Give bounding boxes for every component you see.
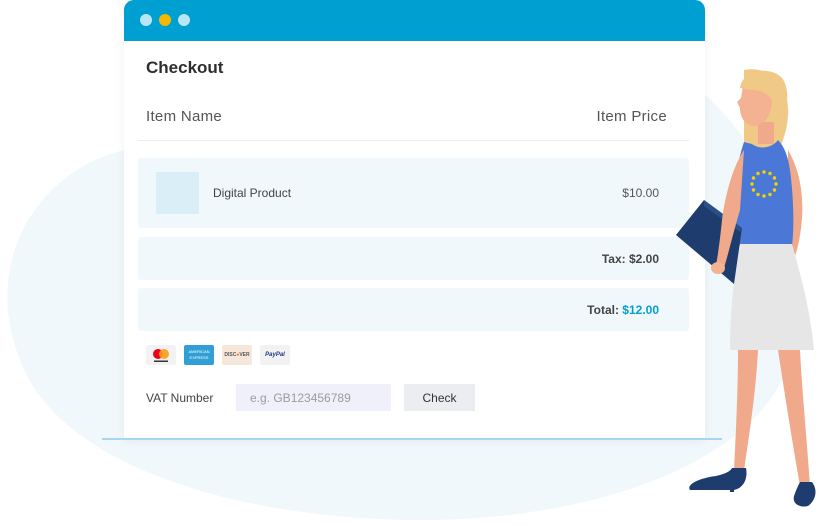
check-vat-button[interactable]: Check: [404, 384, 475, 411]
mastercard-icon: [146, 345, 176, 365]
tax-line: Tax: $2.00: [602, 252, 659, 266]
total-row: Total: $12.00: [138, 288, 689, 331]
column-header-item-price: Item Price: [596, 108, 667, 125]
item-name: Digital Product: [213, 186, 292, 200]
window-dot-icon: [159, 14, 171, 26]
checkout-window: Checkout Item Name Item Price Digital Pr…: [124, 0, 705, 440]
tax-label: Tax:: [601, 252, 626, 266]
total-label: Total:: [587, 303, 619, 317]
cart-item-row: Digital Product $10.00: [138, 158, 689, 228]
item-price: $10.00: [622, 186, 659, 200]
checkout-illustration: Checkout Item Name Item Price Digital Pr…: [0, 0, 820, 526]
paypal-icon: PayPal: [260, 345, 290, 365]
vat-number-input[interactable]: [236, 384, 391, 411]
page-title: Checkout: [146, 58, 224, 77]
window-base-line: [102, 438, 722, 440]
window-dot-icon: [140, 14, 152, 26]
total-value: $12.00: [622, 303, 659, 317]
woman-illustration: [676, 69, 816, 507]
american-express-icon: AMERICAN EXPRESS: [184, 345, 214, 365]
divider: [138, 140, 689, 141]
discover-icon: DISC●VER: [222, 345, 252, 365]
tax-value: $2.00: [628, 252, 659, 266]
window-dot-icon: [178, 14, 190, 26]
tax-row: Tax: $2.00: [138, 237, 689, 280]
product-thumbnail: [156, 172, 199, 214]
total-line: Total: $12.00: [587, 303, 659, 317]
window-titlebar: [124, 0, 705, 41]
column-header-item-name: Item Name: [146, 108, 223, 125]
vat-number-label: VAT Number: [146, 391, 214, 405]
